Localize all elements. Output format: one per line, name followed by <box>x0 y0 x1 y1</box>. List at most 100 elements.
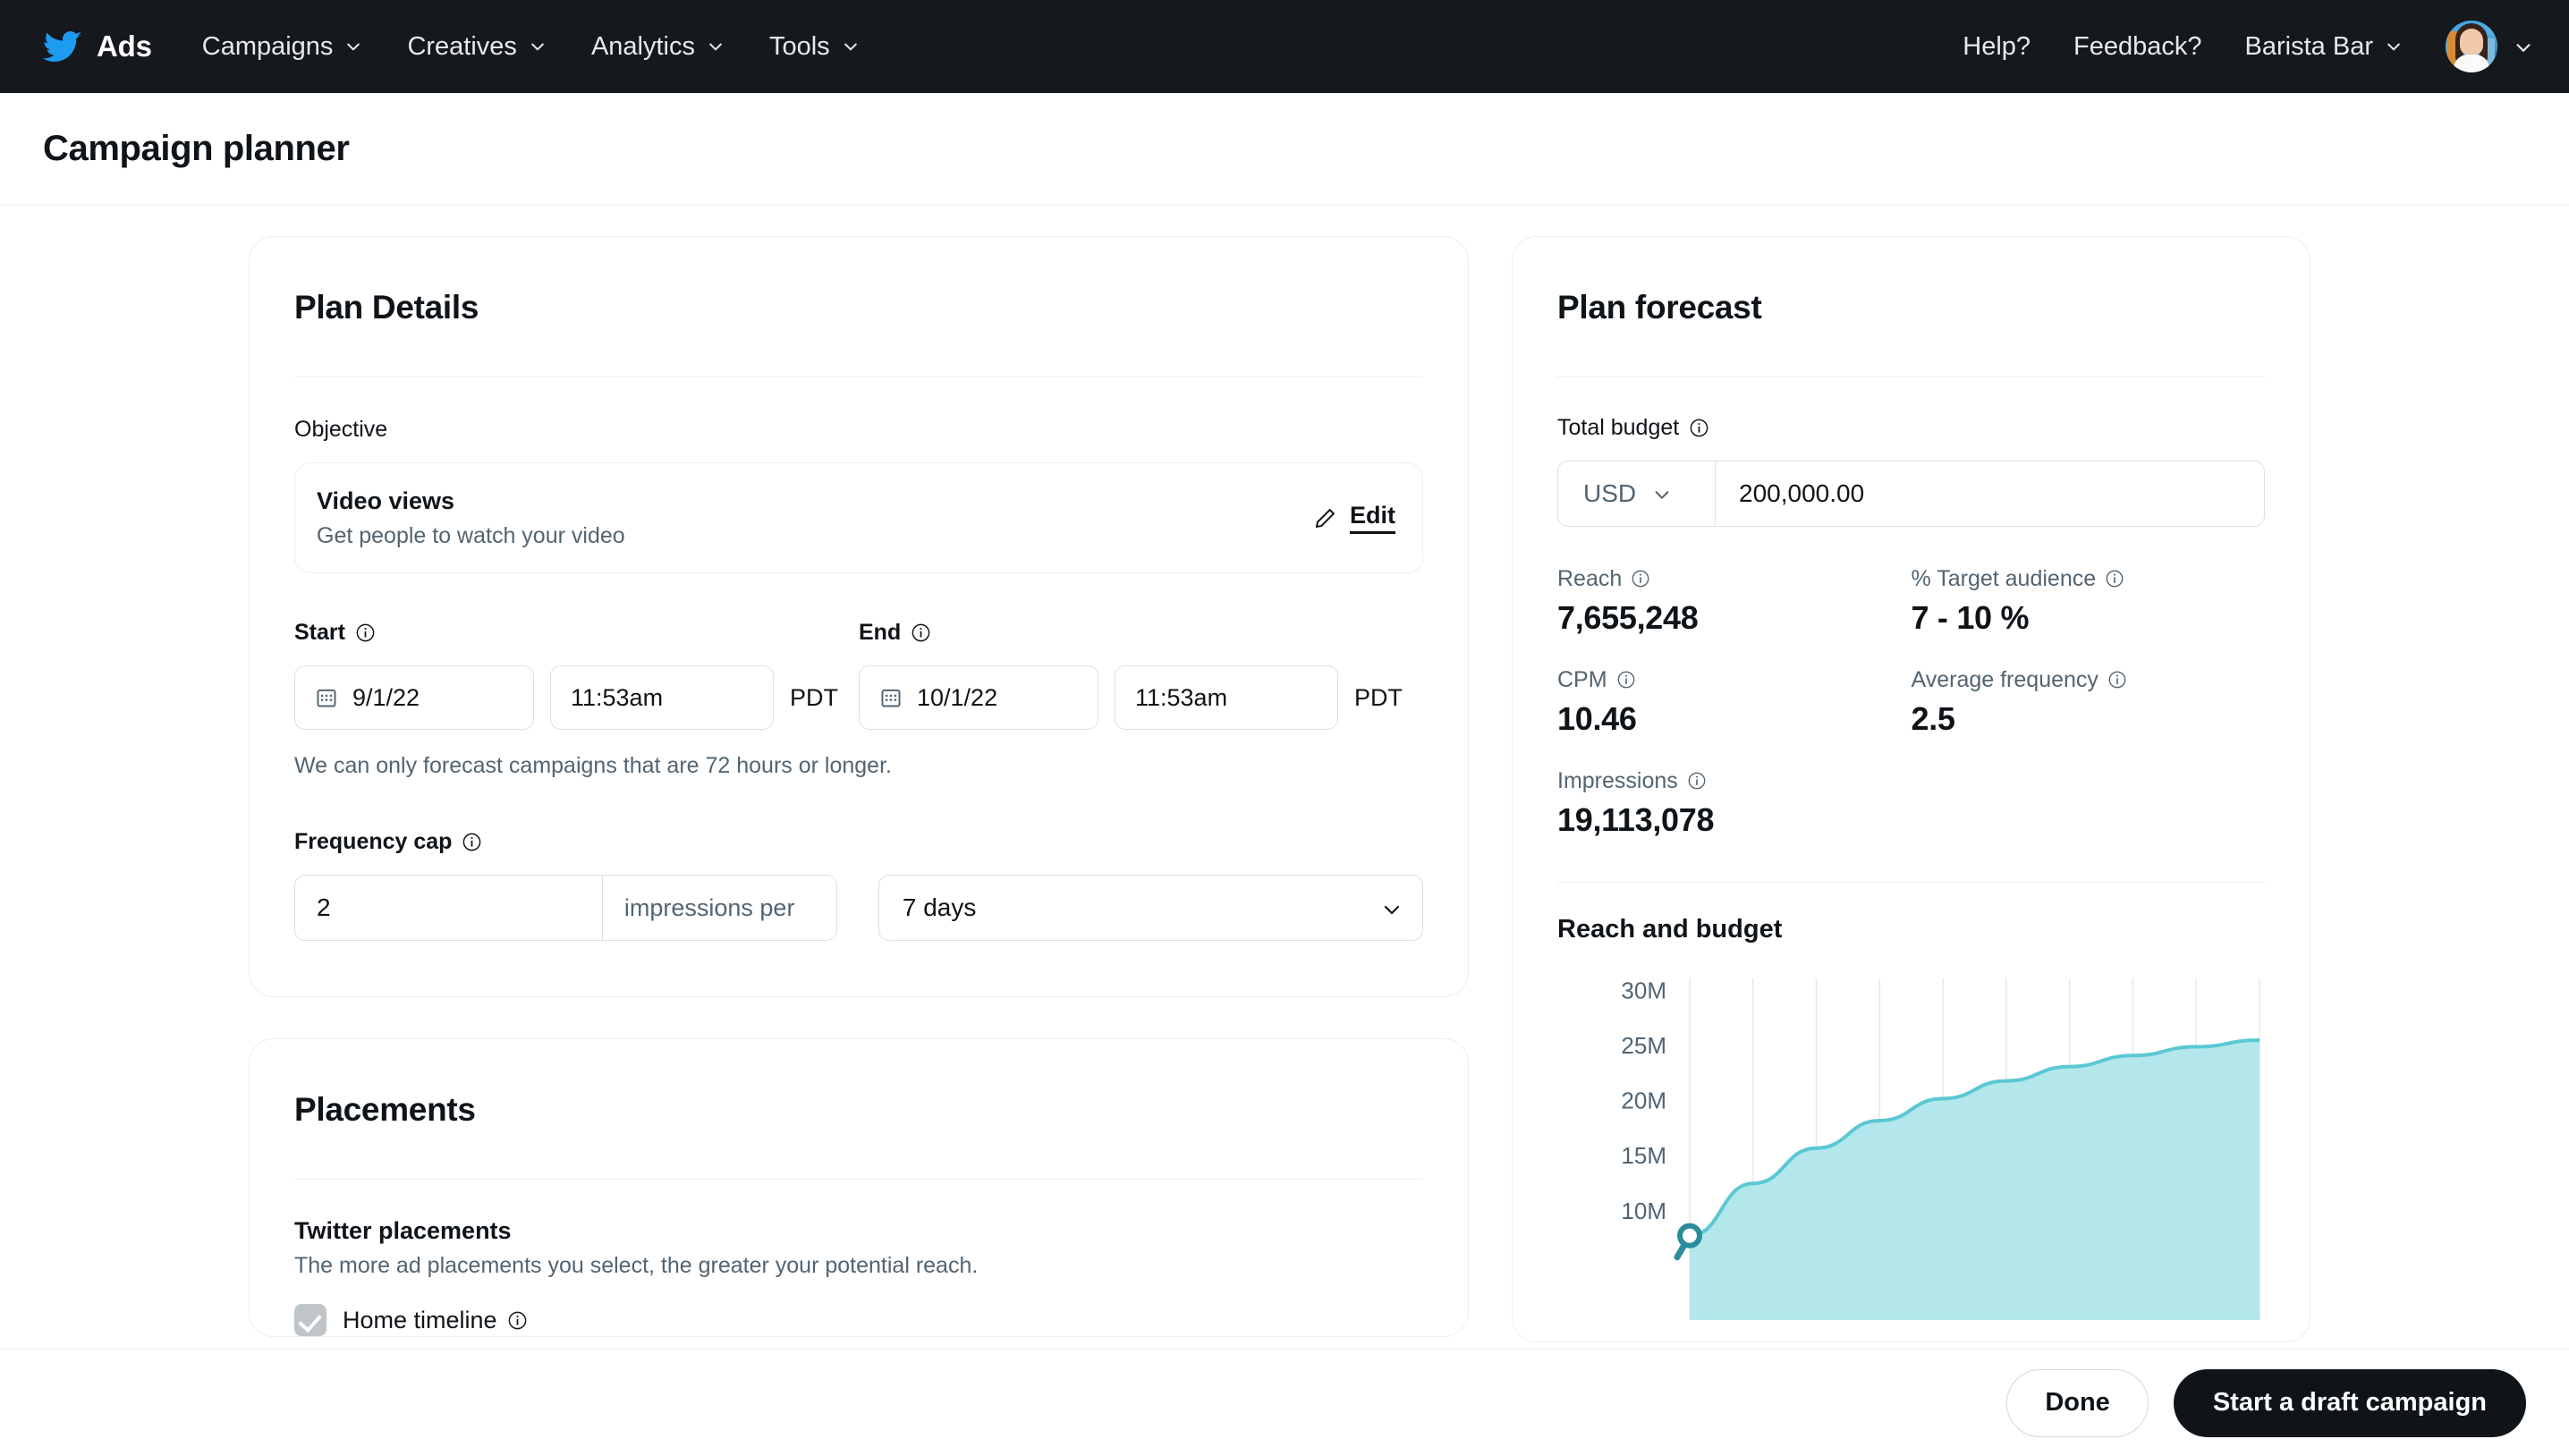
nav-item-campaigns[interactable]: Campaigns <box>202 32 363 62</box>
total-budget-label: Total budget <box>1557 415 2265 441</box>
pencil-icon <box>1313 506 1337 530</box>
objective-label: Objective <box>294 417 388 442</box>
metric-value: 19,113,078 <box>1557 801 1715 838</box>
start-draft-campaign-button[interactable]: Start a draft campaign <box>2173 1368 2526 1437</box>
start-label: Start <box>294 620 859 646</box>
nav-item-label: Analytics <box>590 31 695 61</box>
metric-cpm: CPM 10.46 <box>1557 667 1912 738</box>
plan-details-card: Plan Details Objective Video views Get p… <box>249 236 1469 997</box>
info-icon[interactable] <box>2105 569 2125 589</box>
forecast-metrics: Reach 7,655,248 % Target audience 7 - 10… <box>1557 527 2265 869</box>
account-name: Barista Bar <box>2244 31 2373 61</box>
start-date-input[interactable]: 9/1/22 <box>294 665 534 730</box>
metric-target-audience: % Target audience 7 - 10 % <box>1912 566 2266 637</box>
plan-forecast-card: Plan forecast Total budget USD 200,000.0… <box>1512 236 2310 1342</box>
end-date-value: 10/1/22 <box>917 683 998 711</box>
metric-value: 7 - 10 % <box>1911 599 2030 636</box>
reach-and-budget-chart[interactable]: 30M 25M 20M 15M 10M <box>1557 966 2265 1342</box>
info-icon[interactable] <box>1631 569 1651 589</box>
chevron-down-icon <box>707 38 725 55</box>
chevron-down-icon <box>842 38 860 55</box>
chart-area-fill <box>1690 1040 2260 1320</box>
nav-item-analytics[interactable]: Analytics <box>591 32 725 62</box>
info-icon[interactable] <box>911 622 931 643</box>
y-axis-tick-label: 25M <box>1621 1032 1666 1059</box>
chart-marker-handle[interactable] <box>1677 1223 1702 1249</box>
chart-title: Reach and budget <box>1557 915 1783 944</box>
user-menu[interactable] <box>2446 21 2531 72</box>
done-button[interactable]: Done <box>2006 1368 2149 1437</box>
frequency-cap-input[interactable]: 2 <box>295 876 602 940</box>
start-group: Start 9/1/22 11:53am PDT <box>294 620 859 730</box>
metric-label: Impressions <box>1557 768 2265 794</box>
account-switcher[interactable]: Barista Bar <box>2245 32 2403 62</box>
calendar-icon <box>879 686 903 709</box>
metric-impressions: Impressions 19,113,078 <box>1557 768 2265 839</box>
chevron-down-icon <box>2514 38 2531 55</box>
chevron-down-icon <box>529 38 547 55</box>
calendar-icon <box>315 686 338 709</box>
total-budget-section: Total budget USD 200,000.00 <box>1557 377 2265 527</box>
right-column: Plan forecast Total budget USD 200,000.0… <box>1512 236 2310 1342</box>
info-icon[interactable] <box>1616 670 1637 690</box>
info-icon[interactable] <box>355 622 376 643</box>
nav-item-help[interactable]: Help? <box>1963 32 2031 62</box>
placements-title: Placements <box>294 1091 476 1128</box>
end-date-input[interactable]: 10/1/22 <box>859 665 1098 730</box>
frequency-cap-unit: impressions per <box>601 876 836 940</box>
end-group: End 10/1/22 11:53am PDT <box>859 620 1423 730</box>
objective-box: Video views Get people to watch your vid… <box>294 462 1423 573</box>
twitter-bird-icon <box>42 27 82 66</box>
currency-select[interactable]: USD <box>1558 461 1716 526</box>
avatar <box>2446 21 2497 72</box>
frequency-period-select[interactable]: 7 days <box>878 875 1423 941</box>
twitter-placements-section: Twitter placements The more ad placement… <box>294 1180 1423 1336</box>
chevron-down-icon <box>1652 485 1670 503</box>
currency-value: USD <box>1583 479 1637 507</box>
y-axis-tick-label: 10M <box>1621 1198 1666 1224</box>
placements-card: Placements Twitter placements The more a… <box>249 1038 1469 1337</box>
frequency-cap-section: Frequency cap 2 impressions per 7 days <box>294 779 1423 996</box>
page-title: Campaign planner <box>43 129 350 168</box>
brand-name: Ads <box>97 30 152 63</box>
y-axis-tick-label: 20M <box>1621 1088 1666 1114</box>
forecast-hint: We can only forecast campaigns that are … <box>294 753 892 778</box>
info-icon[interactable] <box>1687 771 1708 791</box>
metric-value: 2.5 <box>1911 700 1955 737</box>
page-content: Plan Details Objective Video views Get p… <box>0 206 2569 1456</box>
frequency-period-value: 7 days <box>902 893 977 921</box>
objective-description: Get people to watch your video <box>317 522 625 548</box>
left-column: Plan Details Objective Video views Get p… <box>249 236 1469 1342</box>
end-label: End <box>859 620 1423 646</box>
frequency-cap-label: Frequency cap <box>294 829 1423 855</box>
metric-value: 7,655,248 <box>1557 599 1699 636</box>
chevron-down-icon <box>2385 38 2403 55</box>
chart-svg: 30M 25M 20M 15M 10M <box>1621 977 2260 1320</box>
start-timezone: PDT <box>790 683 838 711</box>
nav-item-label: Campaigns <box>201 31 334 61</box>
end-time-input[interactable]: 11:53am <box>1115 665 1338 730</box>
objective-name: Video views <box>317 487 455 514</box>
nav-item-label: Feedback? <box>2073 31 2202 61</box>
brand-logo[interactable]: Ads <box>42 27 152 66</box>
budget-amount-input[interactable]: 200,000.00 <box>1716 461 2264 526</box>
metric-value: 10.46 <box>1557 700 1637 737</box>
edit-objective-button[interactable]: Edit <box>1313 502 1395 534</box>
page-header: Campaign planner <box>0 93 2569 206</box>
secondary-nav: Help? Feedback? Barista Bar <box>1963 21 2531 72</box>
info-icon[interactable] <box>507 1310 528 1331</box>
nav-item-feedback[interactable]: Feedback? <box>2073 32 2202 62</box>
placement-option-home-timeline[interactable]: Home timeline <box>294 1304 1423 1336</box>
nav-item-tools[interactable]: Tools <box>769 32 860 62</box>
footer-action-bar: Done Start a draft campaign <box>0 1349 2569 1456</box>
chevron-down-icon <box>1381 899 1400 917</box>
start-time-input[interactable]: 11:53am <box>550 665 774 730</box>
y-axis-tick-label: 15M <box>1621 1142 1666 1169</box>
info-icon[interactable] <box>1689 418 1709 438</box>
info-icon[interactable] <box>462 832 482 852</box>
nav-item-creatives[interactable]: Creatives <box>407 32 547 62</box>
top-navigation-bar: Ads Campaigns Creatives Analytics Tools … <box>0 0 2569 93</box>
nav-item-label: Tools <box>768 31 830 61</box>
metric-label: % Target audience <box>1912 566 2266 592</box>
info-icon[interactable] <box>2107 670 2128 690</box>
